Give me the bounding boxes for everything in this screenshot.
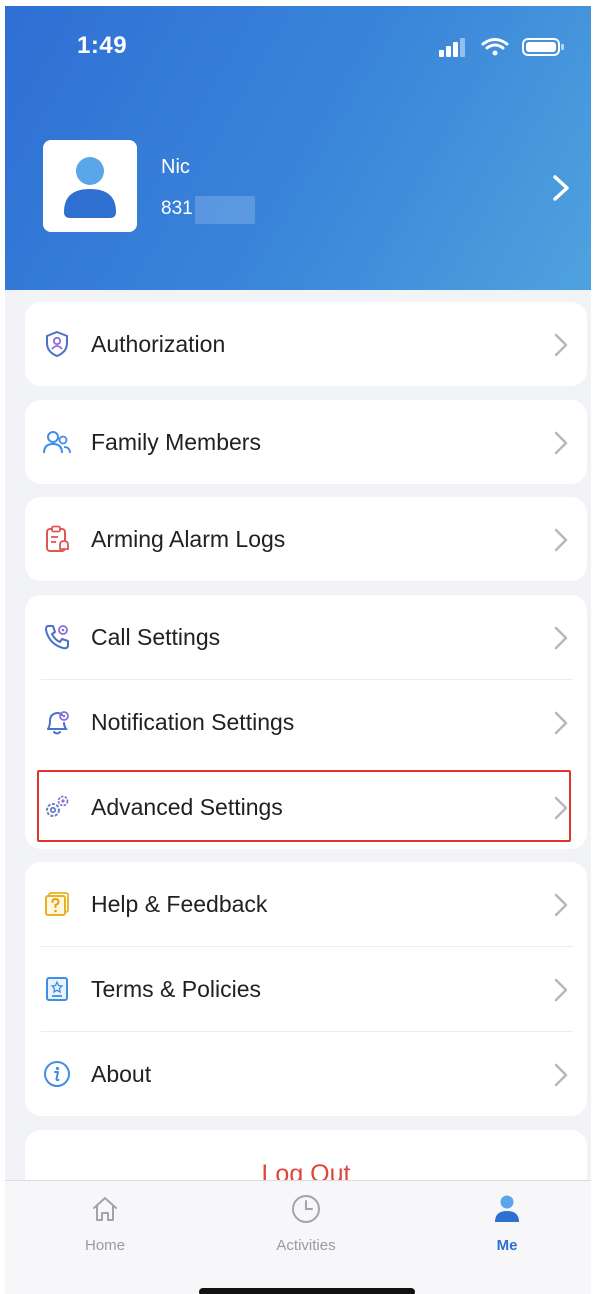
- home-indicator: [199, 1288, 415, 1294]
- phone-gear-icon: [45, 625, 69, 650]
- status-icons: [439, 38, 564, 57]
- menu-item-family-members[interactable]: Family Members: [25, 400, 587, 484]
- chevron-right-icon: [554, 893, 568, 917]
- chevron-right-icon: [554, 333, 568, 357]
- menu-item-help-feedback[interactable]: Help & Feedback: [25, 862, 587, 946]
- menu-label: Authorization: [91, 331, 226, 357]
- menu-label: Call Settings: [91, 624, 221, 650]
- screen: 1:49 Nic 831 Authorization Family Member…: [5, 6, 591, 1294]
- home-icon: [93, 1197, 117, 1221]
- redacted-id-mask: [195, 196, 255, 224]
- status-time: 1:49: [77, 32, 128, 59]
- menu-item-arming-alarm-logs[interactable]: Arming Alarm Logs: [25, 497, 587, 581]
- menu-label: Arming Alarm Logs: [91, 526, 286, 552]
- users-icon: [43, 431, 71, 454]
- info-icon: [44, 1061, 70, 1087]
- profile-header: 1:49 Nic 831: [5, 6, 591, 290]
- profile-chevron-icon[interactable]: [549, 172, 573, 204]
- tab-label: Home: [84, 1237, 125, 1254]
- chevron-right-icon: [554, 978, 568, 1002]
- tab-me[interactable]: Me: [447, 1181, 567, 1261]
- tab-home[interactable]: Home: [45, 1181, 165, 1261]
- chevron-right-icon: [554, 626, 568, 650]
- menu-label: Terms & Policies: [91, 976, 261, 1002]
- family-members-card: Family Members: [25, 400, 587, 484]
- menu-item-notification-settings[interactable]: Notification Settings: [25, 680, 587, 764]
- menu-item-authorization[interactable]: Authorization: [25, 302, 587, 386]
- authorization-card: Authorization: [25, 302, 587, 386]
- chevron-right-icon: [554, 711, 568, 735]
- menu-item-about[interactable]: About: [25, 1032, 587, 1116]
- wifi-icon: [481, 38, 509, 56]
- alarm-logs-card: Arming Alarm Logs: [25, 497, 587, 581]
- shield-user-icon: [46, 330, 68, 358]
- chevron-right-icon: [554, 1063, 568, 1087]
- chevron-right-icon: [554, 431, 568, 455]
- tab-bar: Home Activities Me: [5, 1180, 591, 1294]
- support-card: Help & Feedback Terms & Policies About: [25, 862, 587, 1116]
- menu-label: Help & Feedback: [91, 891, 268, 917]
- bell-gear-icon: [47, 711, 69, 735]
- highlight-box: [37, 770, 571, 842]
- signal-icon: [439, 38, 465, 57]
- tab-activities[interactable]: Activities: [246, 1181, 366, 1261]
- user-avatar-icon: [64, 157, 116, 218]
- menu-label: About: [91, 1061, 152, 1087]
- menu-item-call-settings[interactable]: Call Settings: [25, 595, 587, 679]
- user-name: Nic: [161, 156, 190, 178]
- chevron-right-icon: [554, 528, 568, 552]
- avatar[interactable]: [43, 140, 137, 232]
- clock-icon: [292, 1195, 320, 1223]
- help-icon: [45, 892, 69, 916]
- person-icon: [495, 1195, 519, 1222]
- user-id: 831: [161, 198, 193, 219]
- menu-label: Family Members: [91, 429, 261, 455]
- tab-label: Me: [496, 1237, 518, 1254]
- menu-label: Notification Settings: [91, 709, 295, 735]
- menu-item-terms-policies[interactable]: Terms & Policies: [25, 947, 587, 1031]
- clipboard-alarm-icon: [46, 525, 69, 552]
- document-icon: [46, 977, 68, 1001]
- tab-label: Activities: [276, 1237, 336, 1254]
- battery-icon: [522, 38, 564, 56]
